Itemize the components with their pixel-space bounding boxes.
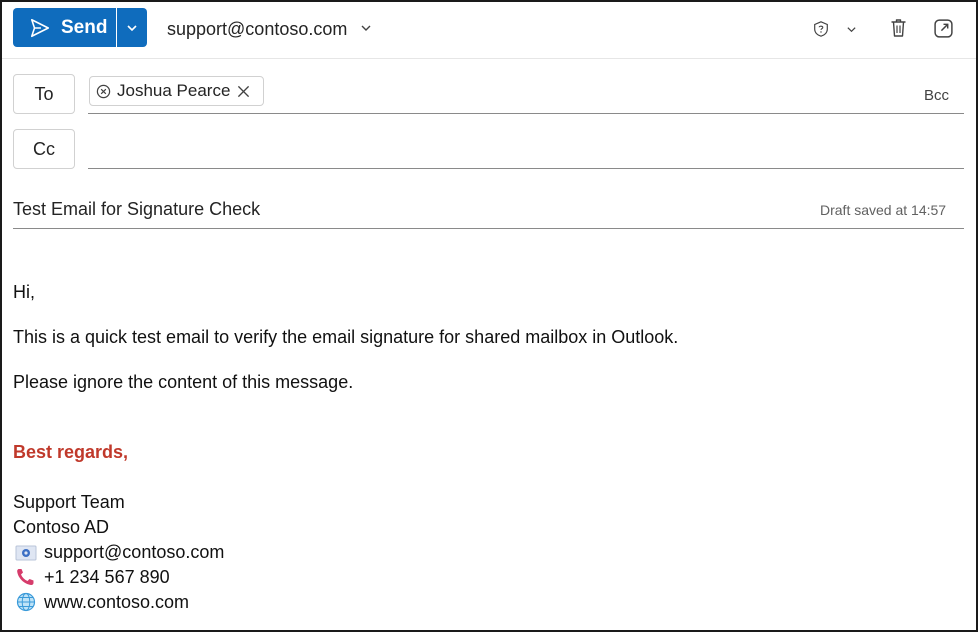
shield-question-icon[interactable] [812, 20, 830, 38]
compose-toolbar: Send support@contoso.com [2, 2, 976, 59]
bcc-button[interactable]: Bcc [924, 87, 949, 104]
signature-closing: Best regards, [13, 442, 129, 462]
send-label: Send [61, 17, 108, 38]
to-button[interactable]: To [13, 74, 75, 114]
recipient-chip[interactable]: Joshua Pearce [89, 76, 264, 106]
chevron-down-icon[interactable] [360, 22, 372, 34]
signature-team: Support Team [13, 492, 125, 512]
subject-underline [13, 228, 964, 229]
send-icon [30, 18, 50, 38]
signature-website[interactable]: www.contoso.com [44, 592, 189, 613]
draft-status: Draft saved at 14:57 [820, 202, 947, 218]
close-icon[interactable] [237, 85, 250, 98]
cc-button[interactable]: Cc [13, 129, 75, 169]
from-address[interactable]: support@contoso.com [167, 19, 347, 40]
recipient-name: Joshua Pearce [117, 81, 231, 100]
signature-email[interactable]: support@contoso.com [44, 542, 224, 563]
cc-field-underline[interactable] [88, 168, 964, 169]
subject-field[interactable]: Test Email for Signature Check [13, 199, 260, 220]
cc-label: Cc [33, 138, 55, 159]
signature-phone: +1 234 567 890 [44, 567, 170, 587]
popout-icon[interactable] [933, 18, 954, 39]
signature-company: Contoso AD [13, 517, 110, 537]
compose-window: Send support@contoso.com To Joshua Pearc… [0, 0, 978, 632]
email-card-icon [15, 545, 37, 561]
body-line: This is a quick test email to verify the… [13, 327, 679, 347]
to-label: To [34, 83, 54, 104]
trash-icon[interactable] [888, 17, 909, 39]
greeting-text: Hi, [13, 282, 35, 302]
send-button[interactable]: Send [13, 8, 116, 47]
send-options-button[interactable] [117, 8, 147, 47]
chevron-down-icon[interactable] [846, 24, 857, 35]
chevron-down-icon [127, 24, 137, 31]
body-line: Please ignore the content of this messag… [13, 372, 354, 392]
phone-icon [17, 569, 34, 586]
to-field-underline[interactable] [88, 113, 964, 114]
remove-circle-icon[interactable] [96, 84, 111, 99]
globe-icon [16, 592, 36, 612]
